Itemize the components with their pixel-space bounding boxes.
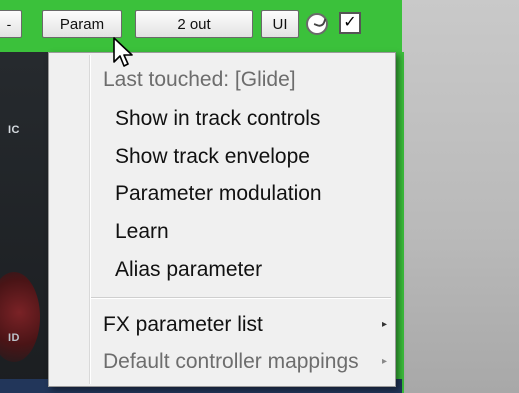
plugin-label-mid: ID	[8, 332, 20, 344]
plugin-panel: IC ID 3	[0, 52, 48, 393]
knob-icon[interactable]	[306, 13, 328, 35]
menu-item-label: FX parameter list	[103, 313, 263, 336]
red-knob	[0, 272, 40, 362]
arrow-cursor-icon	[113, 37, 133, 67]
menu-item-alias-parameter[interactable]: Alias parameter	[115, 255, 387, 285]
menu-item-default-controller-mappings[interactable]: Default controller mappings ▸	[103, 347, 387, 377]
checkbox-checked-icon[interactable]: ✓	[339, 12, 361, 34]
menu-gutter	[89, 55, 91, 384]
menu-separator	[91, 297, 391, 299]
menu-item-parameter-modulation[interactable]: Parameter modulation	[115, 179, 387, 209]
submenu-arrow-icon: ▸	[381, 319, 387, 330]
plugin-label-top: IC	[8, 124, 20, 136]
submenu-arrow-icon: ▸	[381, 356, 387, 367]
context-menu: Last touched: [Glide] Show in track cont…	[48, 52, 396, 387]
ui-button[interactable]: UI	[261, 10, 299, 38]
menu-item-label: Default controller mappings	[103, 350, 359, 373]
menu-item-show-track-envelope[interactable]: Show track envelope	[115, 142, 387, 172]
menu-item-show-in-track-controls[interactable]: Show in track controls	[115, 104, 387, 134]
prev-button[interactable]: -	[0, 10, 22, 38]
prev-button-label: -	[6, 16, 12, 32]
menu-item-fx-parameter-list[interactable]: FX parameter list ▸	[103, 310, 387, 340]
param-button[interactable]: Param	[42, 10, 122, 38]
io-button[interactable]: 2 out	[135, 10, 253, 38]
menu-header-last-touched: Last touched: [Glide]	[103, 68, 296, 91]
fx-border-right	[396, 52, 404, 393]
menu-item-learn[interactable]: Learn	[115, 217, 387, 247]
right-panel	[402, 0, 519, 393]
fx-toolbar: - Param 2 out UI ✓	[0, 10, 402, 42]
